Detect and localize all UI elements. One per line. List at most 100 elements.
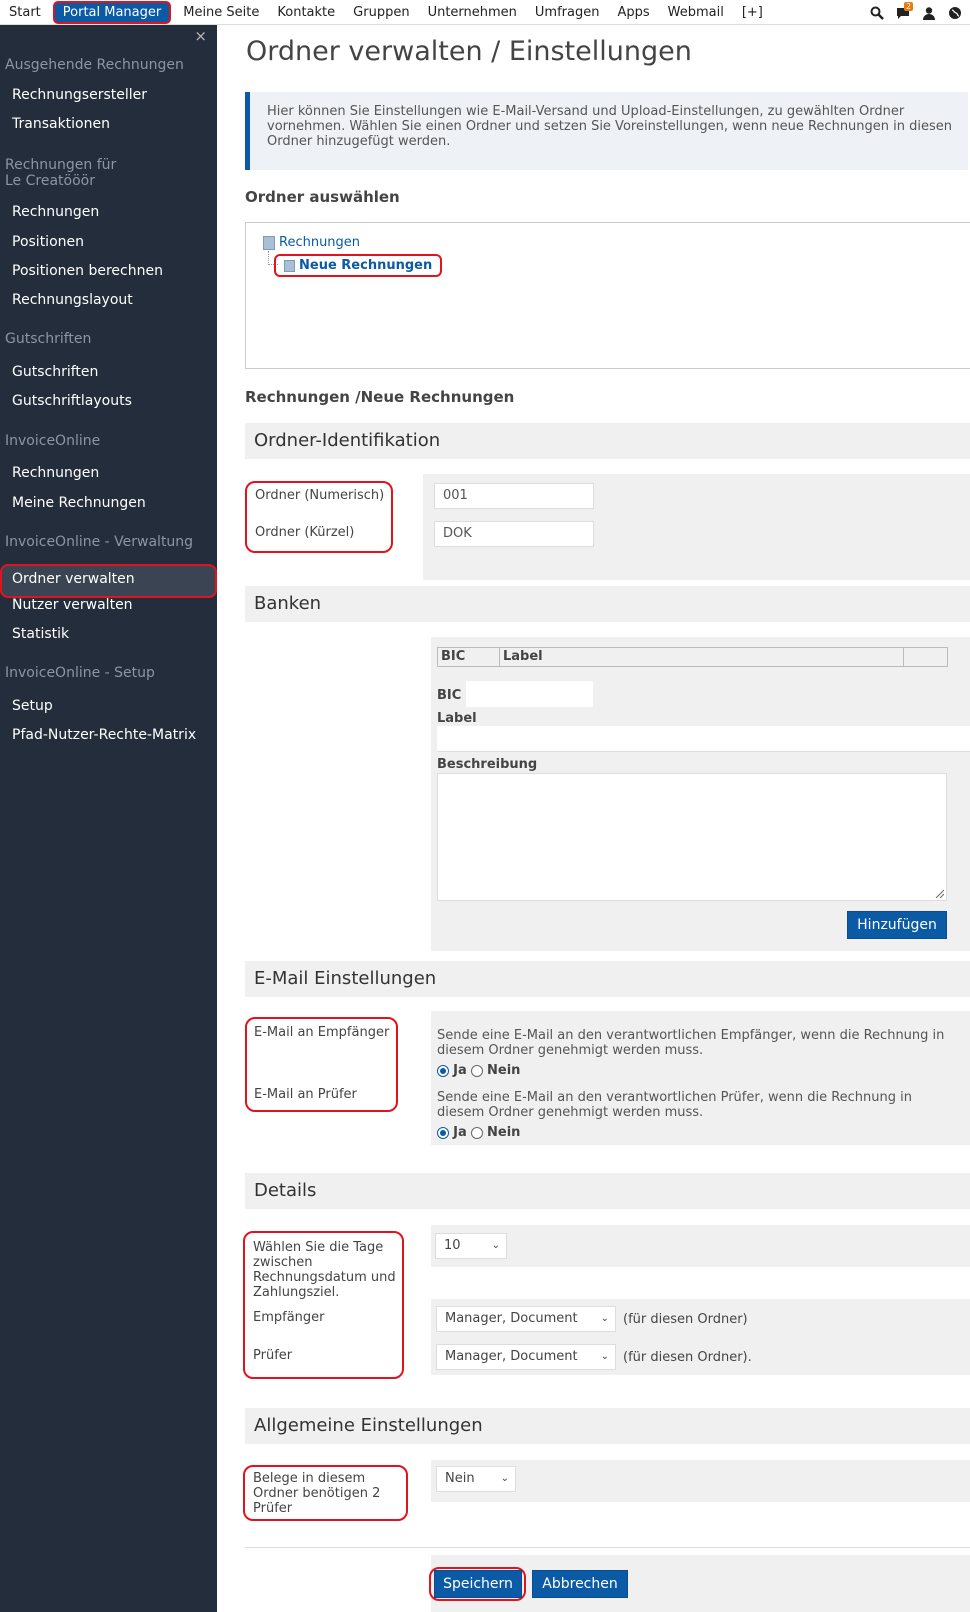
sidebar-section-title: InvoiceOnline - Verwaltung [5, 534, 194, 550]
email-recipient-description: Sende eine E-Mail an den verantwortliche… [437, 1028, 945, 1058]
description-textarea[interactable] [437, 773, 947, 901]
bic-label: BIC [437, 688, 462, 703]
recipient-select[interactable]: Manager, Document ⌄ [436, 1306, 616, 1332]
sidebar-section-title: InvoiceOnline [5, 433, 101, 449]
section-heading-identification: Ordner-Identifikation [245, 423, 970, 459]
email-recipient-label: E-Mail an Empfänger [254, 1025, 390, 1040]
sidebar-item-rechnungslayout[interactable]: Rechnungslayout [0, 285, 217, 315]
payment-days-value: 10 [444, 1238, 461, 1253]
recipient-suffix: (für diesen Ordner) [623, 1312, 748, 1327]
details-days-row [431, 1225, 970, 1267]
sidebar-section-title: Gutschriften [5, 331, 92, 347]
sidebar-item-positionen-berechnen[interactable]: Positionen berechnen [0, 256, 217, 286]
nav-start[interactable]: Start [0, 0, 50, 25]
col-actions [904, 648, 947, 666]
sidebar-item-rechnungen[interactable]: Rechnungen [0, 197, 217, 227]
chevron-down-icon: ⌄ [600, 1351, 609, 1362]
label-input[interactable] [437, 726, 970, 752]
no-label: Nein [487, 1125, 521, 1140]
folder-tree: Rechnungen Neue Rechnungen [245, 222, 970, 369]
sidebar-item-nutzer-verwalten[interactable]: Nutzer verwalten [0, 590, 217, 620]
email-checker-description: Sende eine E-Mail an den verantwortliche… [437, 1090, 913, 1120]
tree-node-label: Rechnungen [279, 235, 361, 250]
sidebar-item-gutschriftlayouts[interactable]: Gutschriftlayouts [0, 386, 217, 416]
tree-node-neue-rechnungen[interactable]: Neue Rechnungen [274, 254, 443, 277]
nav-gruppen[interactable]: Gruppen [344, 0, 418, 25]
notification-badge: 2 [904, 1, 914, 11]
section-heading-banks: Banken [245, 586, 970, 622]
nav-umfragen[interactable]: Umfragen [526, 0, 609, 25]
main-content: Ordner verwalten / Einstellungen Hier kö… [217, 25, 970, 1612]
top-bar: Start Portal Manager Meine Seite Kontakt… [0, 0, 970, 25]
sidebar-section-title: InvoiceOnline - Setup [5, 665, 155, 681]
yes-label: Ja [453, 1063, 467, 1078]
folder-numeric-input[interactable]: 001 [434, 483, 594, 509]
info-box: Hier können Sie Einstellungen wie E-Mail… [245, 92, 968, 170]
sidebar-item-rechnungsersteller[interactable]: Rechnungsersteller [0, 80, 217, 110]
email-checker-yes-radio[interactable] [437, 1126, 449, 1139]
nav-meine-seite[interactable]: Meine Seite [174, 0, 268, 25]
add-bank-button[interactable]: Hinzufügen [847, 911, 947, 939]
chevron-down-icon: ⌄ [500, 1473, 509, 1484]
nav-apps[interactable]: Apps [608, 0, 658, 25]
sidebar-item-setup[interactable]: Setup [0, 691, 217, 721]
tree-node-rechnungen[interactable]: Rechnungen [263, 235, 360, 250]
folder-path: Rechnungen /Neue Rechnungen [245, 388, 515, 406]
page-title: Ordner verwalten / Einstellungen [246, 36, 692, 67]
folder-short-input[interactable]: DOK [434, 521, 594, 547]
payment-days-label: Wählen Sie die Tage zwischen Rechnungsda… [253, 1240, 396, 1300]
nav-webmail[interactable]: Webmail [659, 0, 733, 25]
nav-add[interactable]: [+] [733, 0, 772, 25]
user-icon[interactable] [922, 6, 936, 20]
folder-open-icon [284, 259, 295, 272]
search-icon[interactable] [870, 6, 884, 20]
chevron-down-icon: ⌄ [600, 1313, 609, 1324]
payment-days-select[interactable]: 10 ⌄ [435, 1233, 507, 1259]
email-checker-no-radio[interactable] [470, 1126, 483, 1139]
checker-label: Prüfer [253, 1348, 293, 1363]
folder-short-label: Ordner (Kürzel) [255, 525, 355, 540]
sidebar: × Ausgehende Rechnungen Rechnungserstell… [0, 25, 217, 1612]
sidebar-item-positionen[interactable]: Positionen [0, 227, 217, 257]
folder-icon [263, 235, 275, 250]
close-icon[interactable]: × [194, 27, 207, 45]
checker-select[interactable]: Manager, Document ⌄ [436, 1344, 616, 1370]
section-heading-details: Details [245, 1173, 970, 1209]
sidebar-item-meine-rechnungen[interactable]: Meine Rechnungen [0, 488, 217, 518]
select-folder-label: Ordner auswählen [245, 188, 400, 206]
email-checker-label: E-Mail an Prüfer [254, 1087, 357, 1102]
recipient-value: Manager, Document [445, 1311, 578, 1326]
sidebar-section-title: Rechnungen für Le Creatööör [5, 157, 117, 189]
sidebar-section-title: Ausgehende Rechnungen [5, 57, 184, 73]
checker-suffix: (für diesen Ordner). [623, 1350, 752, 1365]
nav-portal-manager[interactable]: Portal Manager [52, 0, 172, 24]
label-label: Label [437, 711, 477, 726]
recipient-label: Empfänger [253, 1310, 325, 1325]
sidebar-item-pfad-nutzer-rechte-matrix[interactable]: Pfad-Nutzer-Rechte-Matrix [0, 720, 217, 750]
divider [245, 1547, 970, 1548]
sidebar-item-rechnungen-online[interactable]: Rechnungen [0, 458, 217, 488]
nav-kontakte[interactable]: Kontakte [268, 0, 344, 25]
section-heading-email: E-Mail Einstellungen [245, 961, 970, 997]
cancel-button[interactable]: Abbrechen [532, 1570, 628, 1598]
notifications-icon[interactable]: 2 [896, 1, 914, 20]
globe-icon[interactable] [948, 6, 962, 20]
email-checker-radio-group: Ja Nein [437, 1125, 520, 1140]
nav-unternehmen[interactable]: Unternehmen [419, 0, 526, 25]
two-checkers-label: Belege in diesem Ordner benötigen 2 Prüf… [253, 1471, 381, 1516]
resize-handle-icon[interactable] [934, 888, 944, 898]
email-recipient-yes-radio[interactable] [437, 1064, 449, 1077]
sidebar-item-transaktionen[interactable]: Transaktionen [0, 109, 217, 139]
bic-input[interactable] [466, 681, 593, 707]
email-recipient-radio-group: Ja Nein [437, 1063, 520, 1078]
yes-label: Ja [453, 1125, 467, 1140]
folder-numeric-label: Ordner (Numerisch) [255, 488, 385, 503]
two-checkers-select[interactable]: Nein ⌄ [436, 1466, 516, 1492]
sidebar-item-statistik[interactable]: Statistik [0, 619, 217, 649]
top-icons: 2 [870, 0, 962, 25]
sidebar-item-gutschriften[interactable]: Gutschriften [0, 357, 217, 387]
top-navigation: Start Portal Manager Meine Seite Kontakt… [0, 0, 772, 25]
save-button[interactable]: Speichern [434, 1570, 522, 1598]
section-heading-general: Allgemeine Einstellungen [245, 1408, 970, 1444]
email-recipient-no-radio[interactable] [470, 1064, 483, 1077]
